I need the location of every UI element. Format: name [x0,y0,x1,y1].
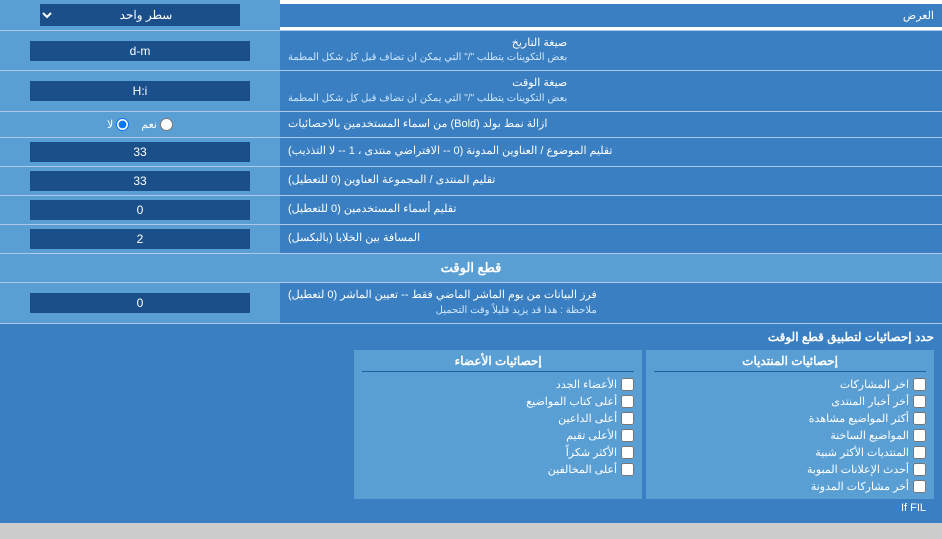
stat-item-1: اخر المشاركات [654,376,926,393]
stat-item-2: أخر أخبار المنتدى [654,393,926,410]
date-format-input-cell [0,31,280,70]
stat-member-checkbox-5[interactable] [621,446,634,459]
topic-titles-label: تقليم الموضوع / العناوين المدونة (0 -- ا… [280,138,942,166]
cell-spacing-row: المسافة بين الخلايا (بالبكسل) [0,225,942,254]
empty-right-col [8,350,350,499]
cutoff-filter-input-cell [0,283,280,322]
stat-member-checkbox-1[interactable] [621,378,634,391]
stat-item-4: المواضيع الساخنة [654,427,926,444]
time-format-label: صيغة الوقت بعض التكوينات يتطلب "/" التي … [280,71,942,110]
bold-yes-radio[interactable] [160,118,173,131]
stats-title: حدد إحصائيات لتطبيق قطع الوقت [8,330,934,344]
usernames-label: تقليم أسماء المستخدمين (0 للتعطيل) [280,196,942,224]
cutoff-filter-label: فرز البيانات من يوم الماشر الماضي فقط --… [280,283,942,322]
bold-remove-row: ازالة نمط بولد (Bold) من اسماء المستخدمي… [0,112,942,138]
stats-section: حدد إحصائيات لتطبيق قطع الوقت إحصائيات ا… [0,324,942,523]
stat-item-6: أحدث الإعلانات المبوبة [654,461,926,478]
stat-member-6: أعلى المخالفين [362,461,634,478]
forum-group-row: تقليم المنتدى / المجموعة العناوين (0 للت… [0,167,942,196]
stat-member-checkbox-3[interactable] [621,412,634,425]
display-label: العرض [280,4,942,27]
forum-stats-col: إحصائيات المنتديات اخر المشاركات أخر أخب… [646,350,934,499]
stat-member-3: أعلى الداعين [362,410,634,427]
stat-item-3: أكثر المواضيع مشاهدة [654,410,926,427]
bold-yes-label[interactable]: نعم [141,118,173,131]
cutoff-filter-row: فرز البيانات من يوم الماشر الماضي فقط --… [0,283,942,323]
topic-titles-input-cell [0,138,280,166]
member-stats-col: إحصائيات الأعضاء الأعضاء الجدد أعلى كتاب… [354,350,642,499]
stat-checkbox-5[interactable] [913,446,926,459]
bold-no-label[interactable]: لا [107,118,129,131]
stat-checkbox-7[interactable] [913,480,926,493]
main-container: العرض سطر واحد سطران ثلاثة أسطر صيغة الت… [0,0,942,523]
usernames-row: تقليم أسماء المستخدمين (0 للتعطيل) [0,196,942,225]
stat-member-checkbox-4[interactable] [621,429,634,442]
time-format-input[interactable] [30,81,250,101]
bold-no-radio[interactable] [116,118,129,131]
forum-group-input[interactable] [30,171,250,191]
stat-checkbox-6[interactable] [913,463,926,476]
display-row: العرض سطر واحد سطران ثلاثة أسطر [0,0,942,31]
stat-item-5: المنتديات الأكثر شبية [654,444,926,461]
cutoff-filter-input[interactable] [30,293,250,313]
date-format-label: صيغة التاريخ بعض التكوينات يتطلب "/" الت… [280,31,942,70]
cell-spacing-input[interactable] [30,229,250,249]
stats-columns: إحصائيات المنتديات اخر المشاركات أخر أخب… [8,350,934,499]
usernames-input-cell [0,196,280,224]
filter-note: If FIL [8,499,934,517]
bold-remove-label: ازالة نمط بولد (Bold) من اسماء المستخدمي… [280,112,942,137]
cutoff-section-header: قطع الوقت [0,254,942,283]
usernames-input[interactable] [30,200,250,220]
topic-titles-row: تقليم الموضوع / العناوين المدونة (0 -- ا… [0,138,942,167]
stat-member-checkbox-6[interactable] [621,463,634,476]
stat-item-7: أخر مشاركات المدونة [654,478,926,495]
stat-member-1: الأعضاء الجدد [362,376,634,393]
stat-member-4: الأعلى تقيم [362,427,634,444]
time-format-input-cell [0,71,280,110]
stat-checkbox-2[interactable] [913,395,926,408]
forum-stats-title: إحصائيات المنتديات [654,354,926,372]
stat-checkbox-1[interactable] [913,378,926,391]
cell-spacing-label: المسافة بين الخلايا (بالبكسل) [280,225,942,253]
forum-group-input-cell [0,167,280,195]
member-stats-title: إحصائيات الأعضاء [362,354,634,372]
bold-remove-radio-cell: نعم لا [0,112,280,137]
stat-member-checkbox-2[interactable] [621,395,634,408]
date-format-input[interactable] [30,41,250,61]
stat-member-2: أعلى كتاب المواضيع [362,393,634,410]
stat-checkbox-4[interactable] [913,429,926,442]
stat-member-5: الأكثر شكراً [362,444,634,461]
forum-group-label: تقليم المنتدى / المجموعة العناوين (0 للت… [280,167,942,195]
date-format-row: صيغة التاريخ بعض التكوينات يتطلب "/" الت… [0,31,942,71]
display-mode-select[interactable]: سطر واحد سطران ثلاثة أسطر [40,4,240,26]
stat-checkbox-3[interactable] [913,412,926,425]
time-format-row: صيغة الوقت بعض التكوينات يتطلب "/" التي … [0,71,942,111]
display-select-cell: سطر واحد سطران ثلاثة أسطر [0,0,280,30]
topic-titles-input[interactable] [30,142,250,162]
cell-spacing-input-cell [0,225,280,253]
